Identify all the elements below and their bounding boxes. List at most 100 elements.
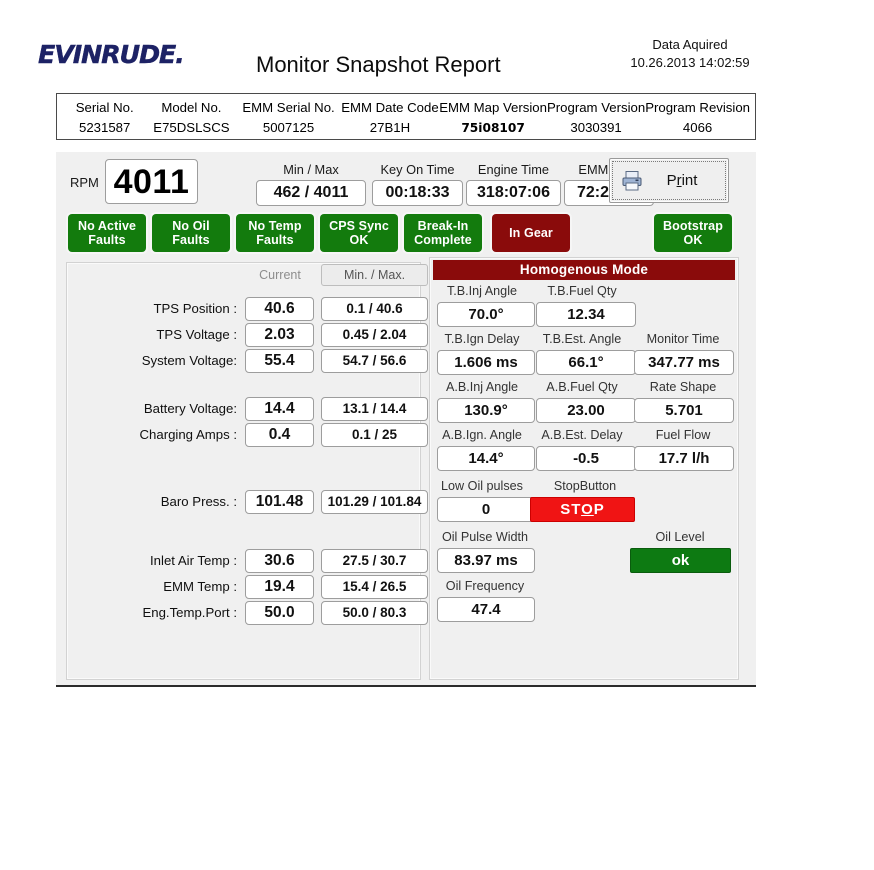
key-on-time-header: Key On Time xyxy=(380,162,455,177)
stop-part-a: ST xyxy=(560,501,582,518)
measurement-current-value: 40.6 xyxy=(245,297,314,321)
measurement-minmax-value: 0.45 / 2.04 xyxy=(321,323,428,347)
printer-icon xyxy=(620,169,644,193)
mode-field-value: 70.0° xyxy=(437,302,535,327)
measurement-label: System Voltage: xyxy=(141,353,237,368)
info-column-value: 3030391 xyxy=(570,120,622,135)
measurement-label: Baro Press. : xyxy=(160,494,237,509)
rpm-value: 4011 xyxy=(105,159,198,204)
mode-field-value: 17.7 l/h xyxy=(634,446,734,471)
mode-field-label: Oil Frequency xyxy=(445,579,525,593)
status-button-line2: Faults xyxy=(172,233,210,247)
mode-field-label: Monitor Time xyxy=(646,332,720,346)
mode-field-label: A.B.Ign. Angle xyxy=(442,428,522,442)
stop-part-c: P xyxy=(593,501,605,518)
mode-field-value: 23.00 xyxy=(536,398,636,423)
measurement-label: TPS Voltage : xyxy=(156,327,237,342)
oil-level-status: ok xyxy=(630,548,731,573)
info-column-header: EMM Serial No. xyxy=(242,100,335,115)
oil-level-label: Oil Level xyxy=(655,530,705,544)
status-button-6[interactable]: In Gear xyxy=(492,214,570,252)
mode-field-label: Oil Pulse Width xyxy=(441,530,529,544)
info-column-1: Serial No. 5231587 xyxy=(63,98,146,139)
mode-field-value: 0 xyxy=(437,497,535,522)
measurement-label: TPS Position : xyxy=(153,301,237,316)
measurement-label: EMM Temp : xyxy=(163,579,237,594)
info-column-header: Program Version xyxy=(546,100,646,115)
measurement-minmax-value: 50.0 / 80.3 xyxy=(321,601,428,625)
status-button-2[interactable]: No Oil Faults xyxy=(152,214,230,252)
status-button-4[interactable]: CPS Sync OK xyxy=(320,214,398,252)
print-button[interactable]: Print xyxy=(609,158,729,203)
measurement-minmax-value: 0.1 / 25 xyxy=(321,423,428,447)
stop-button-label: StopButton xyxy=(553,479,617,493)
measurement-label: Eng.Temp.Port : xyxy=(142,605,237,620)
status-button-3[interactable]: No Temp Faults xyxy=(236,214,314,252)
mode-field-value: 14.4° xyxy=(437,446,535,471)
engine-time-header: Engine Time xyxy=(477,162,550,177)
measurement-label: Battery Voltage: xyxy=(143,401,237,416)
measurement-label: Charging Amps : xyxy=(139,427,238,442)
mode-field-label: Rate Shape xyxy=(649,380,717,394)
status-button-line2: Faults xyxy=(256,233,294,247)
mode-field-label: T.B.Inj Angle xyxy=(446,284,517,298)
measurement-label: Inlet Air Temp : xyxy=(150,553,237,568)
mode-field-label: T.B.Fuel Qty xyxy=(547,284,617,298)
mode-field-label: T.B.Est. Angle xyxy=(542,332,622,346)
info-column-7: Program Revision 4066 xyxy=(645,98,750,139)
evinrude-logo: EVINRUDE. xyxy=(38,40,185,69)
data-acquired-block: Data Aquired 10.26.2013 14:02:59 xyxy=(580,36,800,72)
status-button-7[interactable]: Bootstrap OK xyxy=(654,214,732,252)
main-frame: RPM 4011 Min / Max 462 / 4011 Key On Tim… xyxy=(56,152,756,687)
status-button-line2: Faults xyxy=(88,233,126,247)
mode-field-label: A.B.Inj Angle xyxy=(445,380,519,394)
key-on-time-value: 00:18:33 xyxy=(372,180,463,206)
status-button-1[interactable]: No Active Faults xyxy=(68,214,146,252)
mode-field-value: 47.4 xyxy=(437,597,535,622)
rpm-minmax-value: 462 / 4011 xyxy=(256,180,366,206)
measurement-current-value: 0.4 xyxy=(245,423,314,447)
info-column-value: 5007125 xyxy=(262,120,315,135)
measurement-current-value: 55.4 xyxy=(245,349,314,373)
mode-field-value: 83.97 ms xyxy=(437,548,535,573)
info-column-header: Program Revision xyxy=(645,100,750,115)
mode-field-value: 1.606 ms xyxy=(437,350,535,375)
status-button-5[interactable]: Break-In Complete xyxy=(404,214,482,252)
measurement-minmax-value: 101.29 / 101.84 xyxy=(321,490,428,514)
measurements-panel: Current Min. / Max. TPS Position : 40.6 0.… xyxy=(66,262,481,680)
info-column-4: EMM Date Code 27B1H xyxy=(341,98,440,139)
mode-field-value: 12.34 xyxy=(536,302,636,327)
monitor-snapshot-report-page: EVINRUDE. Monitor Snapshot Report Data A… xyxy=(0,0,874,870)
info-column-value: 75i08107 xyxy=(461,121,525,135)
column-header-minmax[interactable]: Min. / Max. xyxy=(321,264,428,286)
engine-info-table: Serial No. 5231587 Model No. E75DSLSCS EMM S… xyxy=(56,93,756,140)
mode-field-value: 66.1° xyxy=(536,350,636,375)
rpm-label: RPM xyxy=(70,175,99,190)
mode-field-label: T.B.Ign Delay xyxy=(444,332,520,346)
status-button-line2: OK xyxy=(349,233,369,247)
mode-field-label: Fuel Flow xyxy=(655,428,711,442)
info-column-value: E75DSLSCS xyxy=(153,120,230,135)
measurement-current-value: 50.0 xyxy=(245,601,314,625)
measurement-current-value: 101.48 xyxy=(245,490,314,514)
stop-button[interactable]: STOP xyxy=(530,497,635,522)
measurement-current-value: 19.4 xyxy=(245,575,314,599)
column-header-current: Current xyxy=(259,268,301,282)
info-column-header: EMM Date Code xyxy=(341,100,439,115)
info-column-3: EMM Serial No. 5007125 xyxy=(236,98,340,139)
info-column-5: EMM Map Version 75i08107 xyxy=(439,98,547,139)
data-acquired-value: 10.26.2013 14:02:59 xyxy=(630,55,750,70)
measurement-minmax-value: 15.4 / 26.5 xyxy=(321,575,428,599)
measurement-current-value: 2.03 xyxy=(245,323,314,347)
measurement-minmax-value: 0.1 / 40.6 xyxy=(321,297,428,321)
status-button-line1: No Temp xyxy=(248,219,302,233)
status-button-line1: No Oil xyxy=(172,219,210,233)
info-column-value: 27B1H xyxy=(369,120,411,135)
engine-time-value: 318:07:06 xyxy=(466,180,561,206)
status-button-line2: Complete xyxy=(414,233,472,247)
mode-field-value: 130.9° xyxy=(437,398,535,423)
mode-field-value: 347.77 ms xyxy=(634,350,734,375)
mode-field-label: A.B.Est. Delay xyxy=(541,428,623,442)
info-column-2: Model No. E75DSLSCS xyxy=(146,98,236,139)
mode-field-label: Low Oil pulses xyxy=(441,479,523,493)
